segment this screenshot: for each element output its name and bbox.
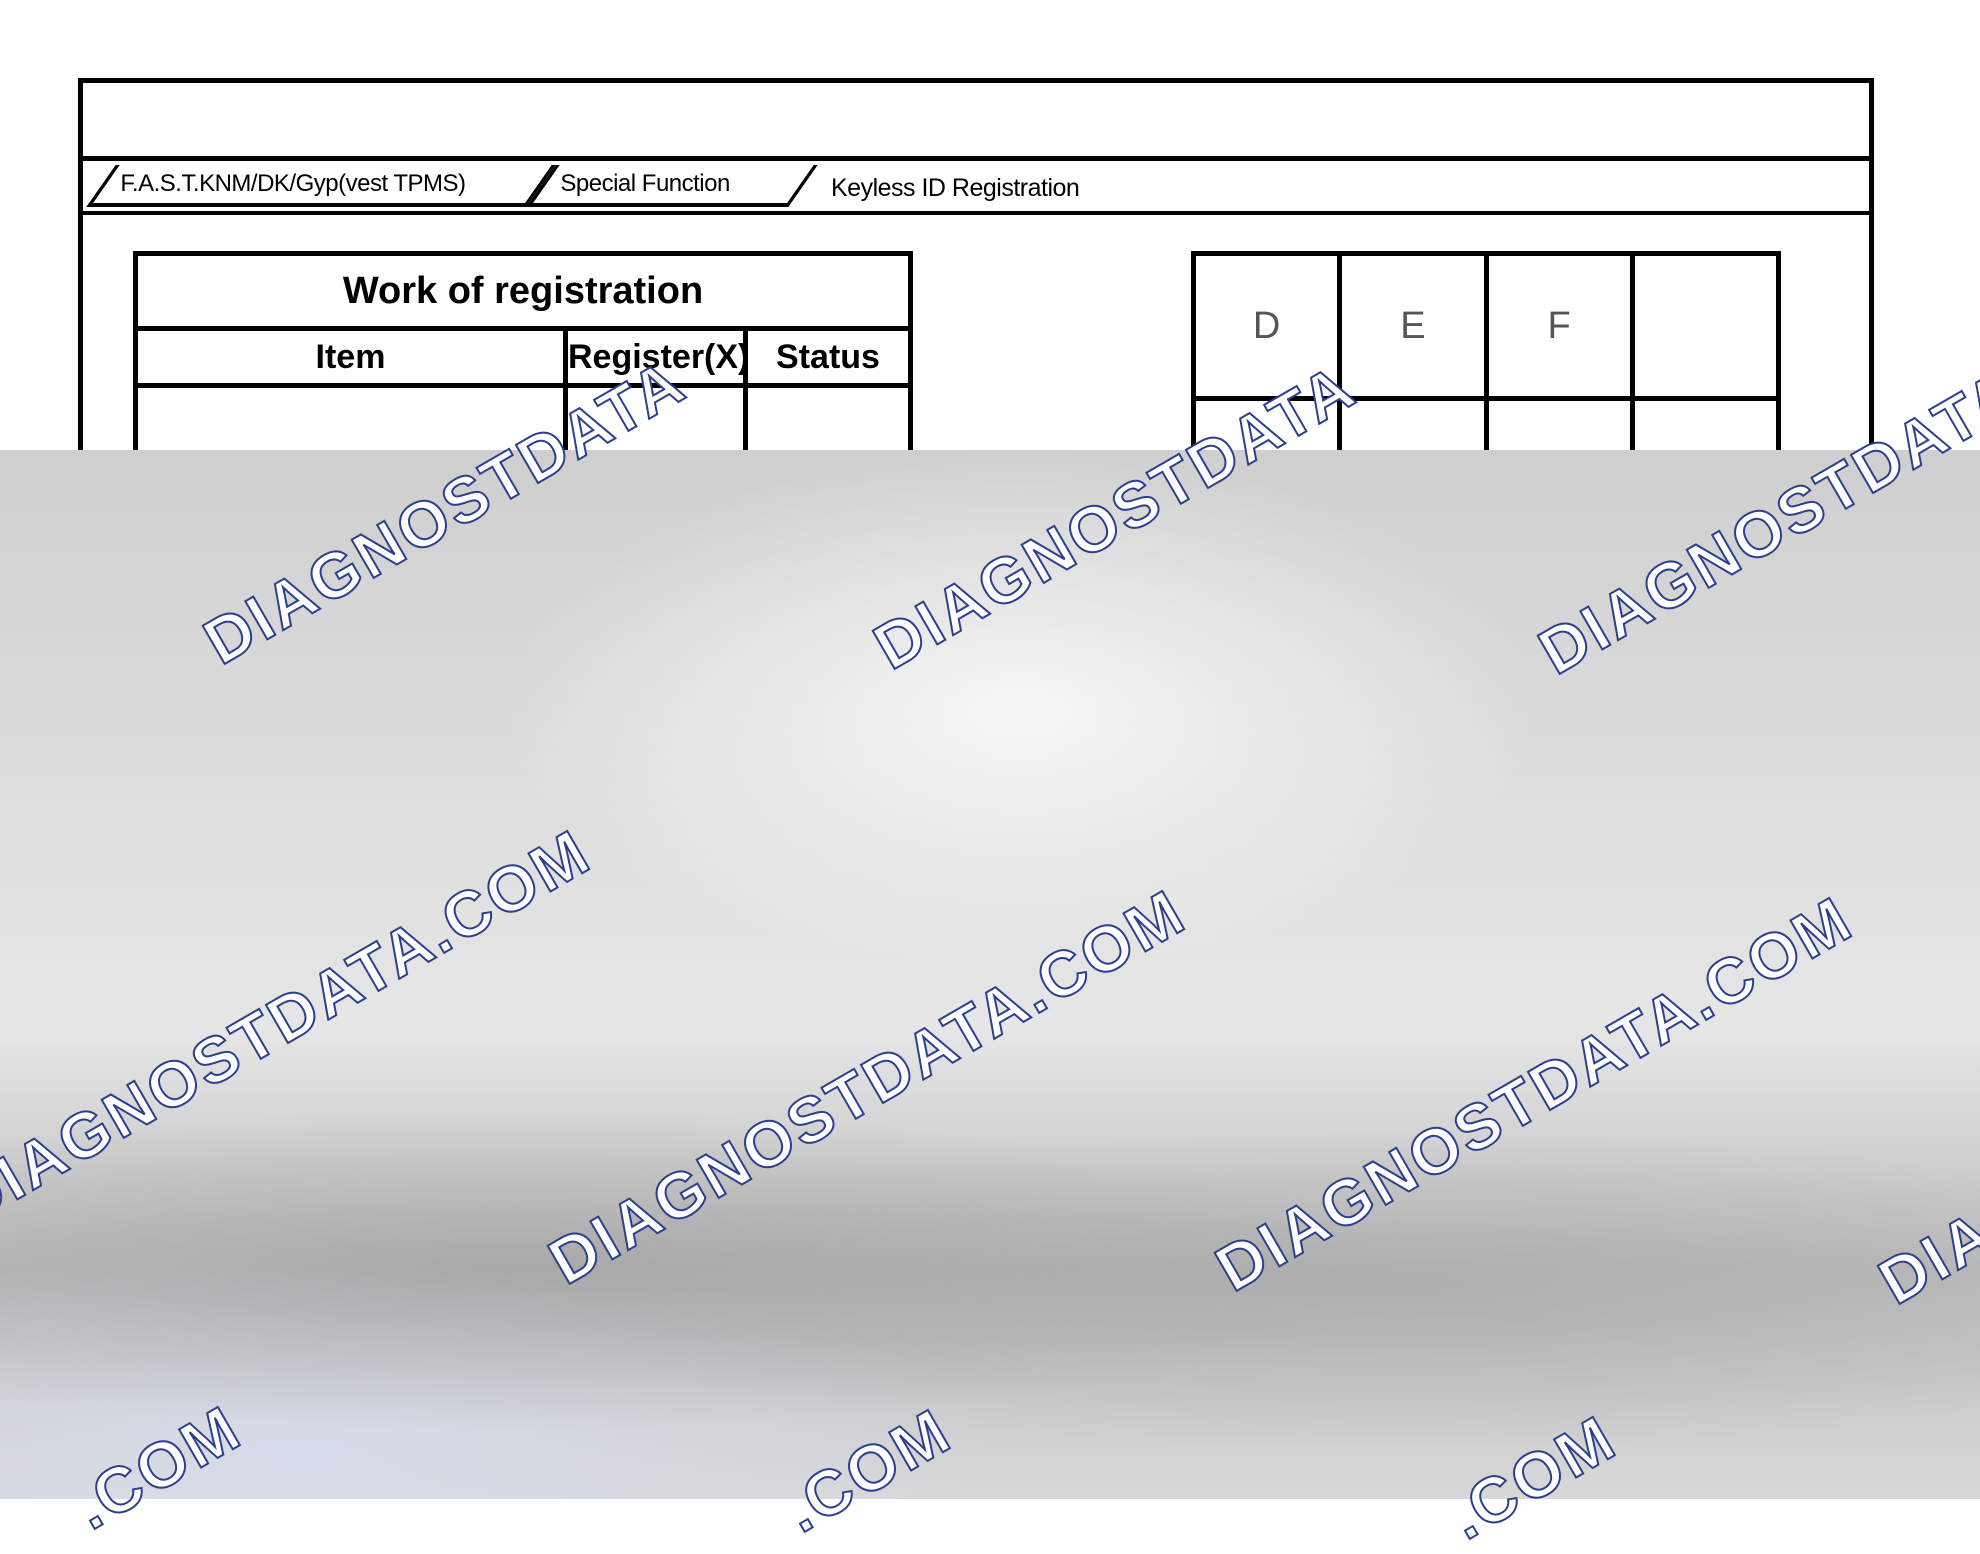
keypad-key-blank[interactable] — [1632, 254, 1778, 399]
column-header-status: Status — [746, 329, 911, 386]
column-header-item: Item — [136, 329, 566, 386]
tab-label: Special Function — [546, 165, 800, 203]
table-caption: Work of registration — [136, 254, 911, 329]
title-bar — [83, 83, 1869, 161]
keypad-key-f[interactable]: F — [1486, 254, 1632, 399]
tab-keyless-id-registration[interactable]: Keyless ID Registration — [831, 169, 1079, 207]
tab-row: F.A.S.T.KNM/DK/Gyp(vest TPMS) Special Fu… — [91, 163, 1291, 213]
tab-fast-tpms[interactable]: F.A.S.T.KNM/DK/Gyp(vest TPMS) — [86, 165, 555, 207]
tab-special-function[interactable]: Special Function — [526, 165, 817, 207]
tab-label: F.A.S.T.KNM/DK/Gyp(vest TPMS) — [106, 165, 538, 203]
keypad-key-e[interactable]: E — [1340, 254, 1486, 399]
tab-divider — [83, 211, 1869, 215]
